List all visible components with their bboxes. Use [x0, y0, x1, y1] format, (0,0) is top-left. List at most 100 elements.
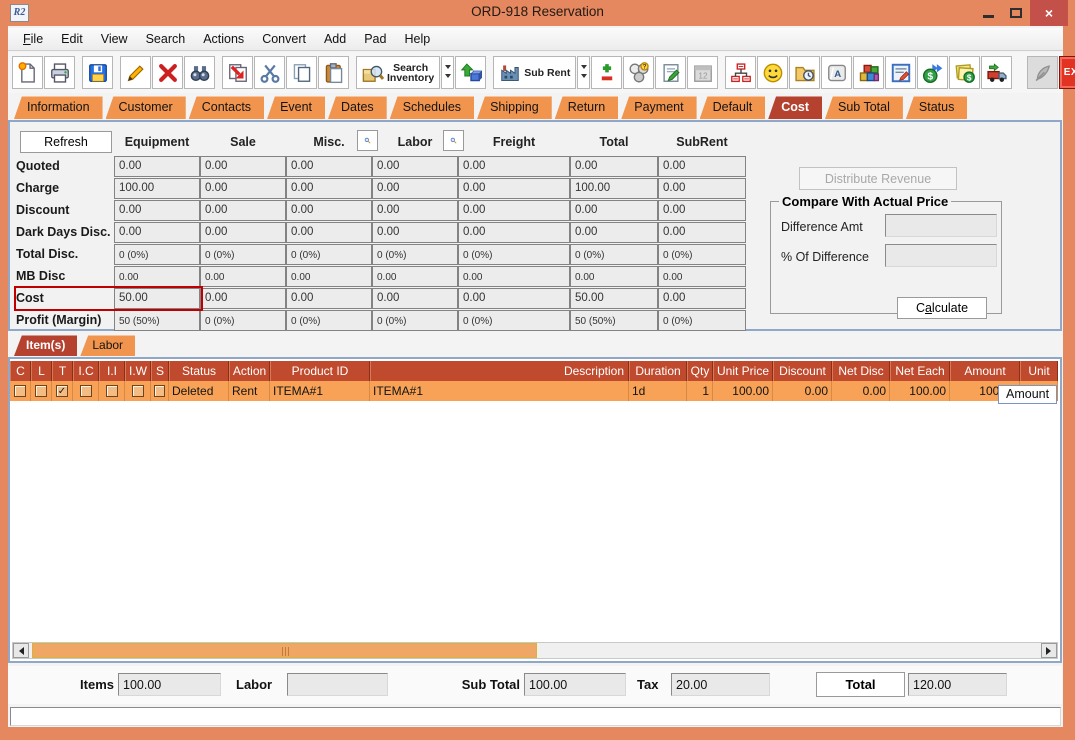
cost-cell[interactable]: 0 (0%) — [570, 244, 658, 265]
cost-cell[interactable]: 0.00 — [200, 266, 286, 287]
adjust-quantity-button[interactable] — [591, 56, 622, 89]
menu-file[interactable]: File — [14, 30, 52, 48]
tab-event[interactable]: Event — [267, 96, 325, 119]
cost-cell[interactable]: 0 (0%) — [286, 244, 372, 265]
calculate-button[interactable]: Calculate — [897, 297, 987, 319]
delivery-button[interactable] — [981, 56, 1012, 89]
maximize-button[interactable] — [1002, 0, 1030, 26]
cost-cell[interactable]: 0.00 — [458, 266, 570, 287]
menu-edit[interactable]: Edit — [52, 30, 92, 48]
cost-cell[interactable]: 0.00 — [458, 288, 570, 309]
find-button[interactable] — [184, 56, 215, 89]
customer-button[interactable] — [757, 56, 788, 89]
cost-cell[interactable]: 0.00 — [286, 156, 372, 177]
tab-cost[interactable]: Cost — [768, 96, 822, 119]
cost-cell[interactable]: 0.00 — [658, 200, 746, 221]
cost-cell[interactable]: 0.00 — [372, 222, 458, 243]
tab-schedules[interactable]: Schedules — [390, 96, 474, 119]
column-header-duration[interactable]: Duration — [629, 361, 687, 381]
horizontal-scrollbar[interactable] — [12, 642, 1058, 659]
menu-help[interactable]: Help — [395, 30, 439, 48]
column-header-qty[interactable]: Qty — [687, 361, 713, 381]
column-header-action[interactable]: Action — [229, 361, 270, 381]
menu-add[interactable]: Add — [315, 30, 355, 48]
convert-item-button[interactable] — [455, 56, 486, 89]
row-checkbox-i-i[interactable] — [106, 385, 118, 397]
total-field[interactable] — [908, 673, 1007, 696]
cost-cell[interactable]: 0.00 — [658, 222, 746, 243]
scroll-right-arrow[interactable] — [1041, 643, 1057, 658]
cost-cell[interactable]: 50 (50%) — [570, 310, 658, 331]
cost-cell[interactable]: 0.00 — [372, 200, 458, 221]
shortcut-button[interactable]: A — [821, 56, 852, 89]
column-header-i-c[interactable]: I.C — [73, 361, 99, 381]
print-button[interactable] — [44, 56, 75, 89]
column-header-i-i[interactable]: I.I — [99, 361, 125, 381]
cost-cell[interactable]: 0 (0%) — [458, 244, 570, 265]
cost-cell[interactable]: 50.00 — [570, 288, 658, 309]
tab-information[interactable]: Information — [14, 96, 103, 119]
edit-button[interactable] — [120, 56, 151, 89]
search-inventory-button[interactable]: Search Inventory — [356, 56, 440, 89]
sub-rent-dropdown[interactable] — [577, 56, 590, 89]
cost-cell[interactable]: 0.00 — [570, 222, 658, 243]
column-header-product-id[interactable]: Product ID — [270, 361, 370, 381]
inventory-button[interactable] — [853, 56, 884, 89]
cost-cell[interactable]: 0.00 — [658, 266, 746, 287]
cost-cell[interactable]: 0.00 — [200, 156, 286, 177]
minimize-button[interactable] — [974, 0, 1002, 26]
column-header-status[interactable]: Status — [169, 361, 229, 381]
cost-cell[interactable]: 0.00 — [286, 266, 372, 287]
cost-cell[interactable]: 0.00 — [372, 178, 458, 199]
copy-button[interactable] — [286, 56, 317, 89]
cost-cell[interactable]: 0.00 — [200, 200, 286, 221]
cost-cell[interactable]: 50 (50%) — [114, 310, 200, 331]
cost-cell[interactable]: 0.00 — [658, 178, 746, 199]
cost-cell[interactable]: 0 (0%) — [200, 244, 286, 265]
cost-cell[interactable]: 0.00 — [458, 200, 570, 221]
cost-cell[interactable]: 0.00 — [286, 178, 372, 199]
column-header-unit-price[interactable]: Unit Price — [713, 361, 773, 381]
column-header-description[interactable]: Description — [370, 361, 629, 381]
menu-convert[interactable]: Convert — [253, 30, 315, 48]
column-header-c[interactable]: C — [10, 361, 31, 381]
cost-cell[interactable]: 0.00 — [570, 266, 658, 287]
table-row[interactable]: ✓DeletedRentITEMA#1ITEMA#11d1100.000.000… — [10, 381, 1058, 401]
delete-button[interactable] — [152, 56, 183, 89]
cost-cell[interactable]: 0.00 — [200, 178, 286, 199]
menu-search[interactable]: Search — [137, 30, 195, 48]
cost-cell[interactable]: 0.00 — [458, 178, 570, 199]
scroll-left-arrow[interactable] — [13, 643, 29, 658]
close-button[interactable]: × — [1030, 0, 1068, 26]
cost-cell[interactable]: 0 (0%) — [658, 310, 746, 331]
cost-cell[interactable]: 0.00 — [114, 222, 200, 243]
cost-cell[interactable]: 0.00 — [372, 266, 458, 287]
cost-cell[interactable]: 0.00 — [570, 156, 658, 177]
sub-rent-button[interactable]: Sub Rent — [493, 56, 576, 89]
column-header-net-disc[interactable]: Net Disc — [832, 361, 890, 381]
cost-cell[interactable]: 0.00 — [286, 288, 372, 309]
tab-default[interactable]: Default — [700, 96, 766, 119]
tab-contacts[interactable]: Contacts — [189, 96, 264, 119]
cost-cell[interactable]: 0 (0%) — [658, 244, 746, 265]
cost-cell[interactable]: 0.00 — [372, 288, 458, 309]
pct-difference-field[interactable] — [885, 244, 997, 267]
row-checkbox-i-w[interactable] — [132, 385, 144, 397]
payment-button[interactable]: $ — [917, 56, 948, 89]
items-tab-item-s[interactable]: Item(s) — [14, 335, 77, 356]
items-tab-labor[interactable]: Labor — [80, 335, 135, 356]
menu-view[interactable]: View — [92, 30, 137, 48]
tab-status[interactable]: Status — [906, 96, 967, 119]
cost-cell[interactable]: 0.00 — [372, 156, 458, 177]
menu-actions[interactable]: Actions — [194, 30, 253, 48]
cost-cell[interactable]: 0.00 — [658, 288, 746, 309]
edit-notes-button[interactable] — [885, 56, 916, 89]
cost-cell[interactable]: 0 (0%) — [372, 244, 458, 265]
distribute-revenue-button[interactable]: Distribute Revenue — [799, 167, 957, 190]
row-checkbox-l[interactable] — [35, 385, 47, 397]
column-header-t[interactable]: T — [52, 361, 73, 381]
save-button[interactable] — [82, 56, 113, 89]
cost-cell[interactable]: 0.00 — [200, 288, 286, 309]
cost-cell[interactable]: 0.00 — [114, 200, 200, 221]
tab-dates[interactable]: Dates — [328, 96, 387, 119]
